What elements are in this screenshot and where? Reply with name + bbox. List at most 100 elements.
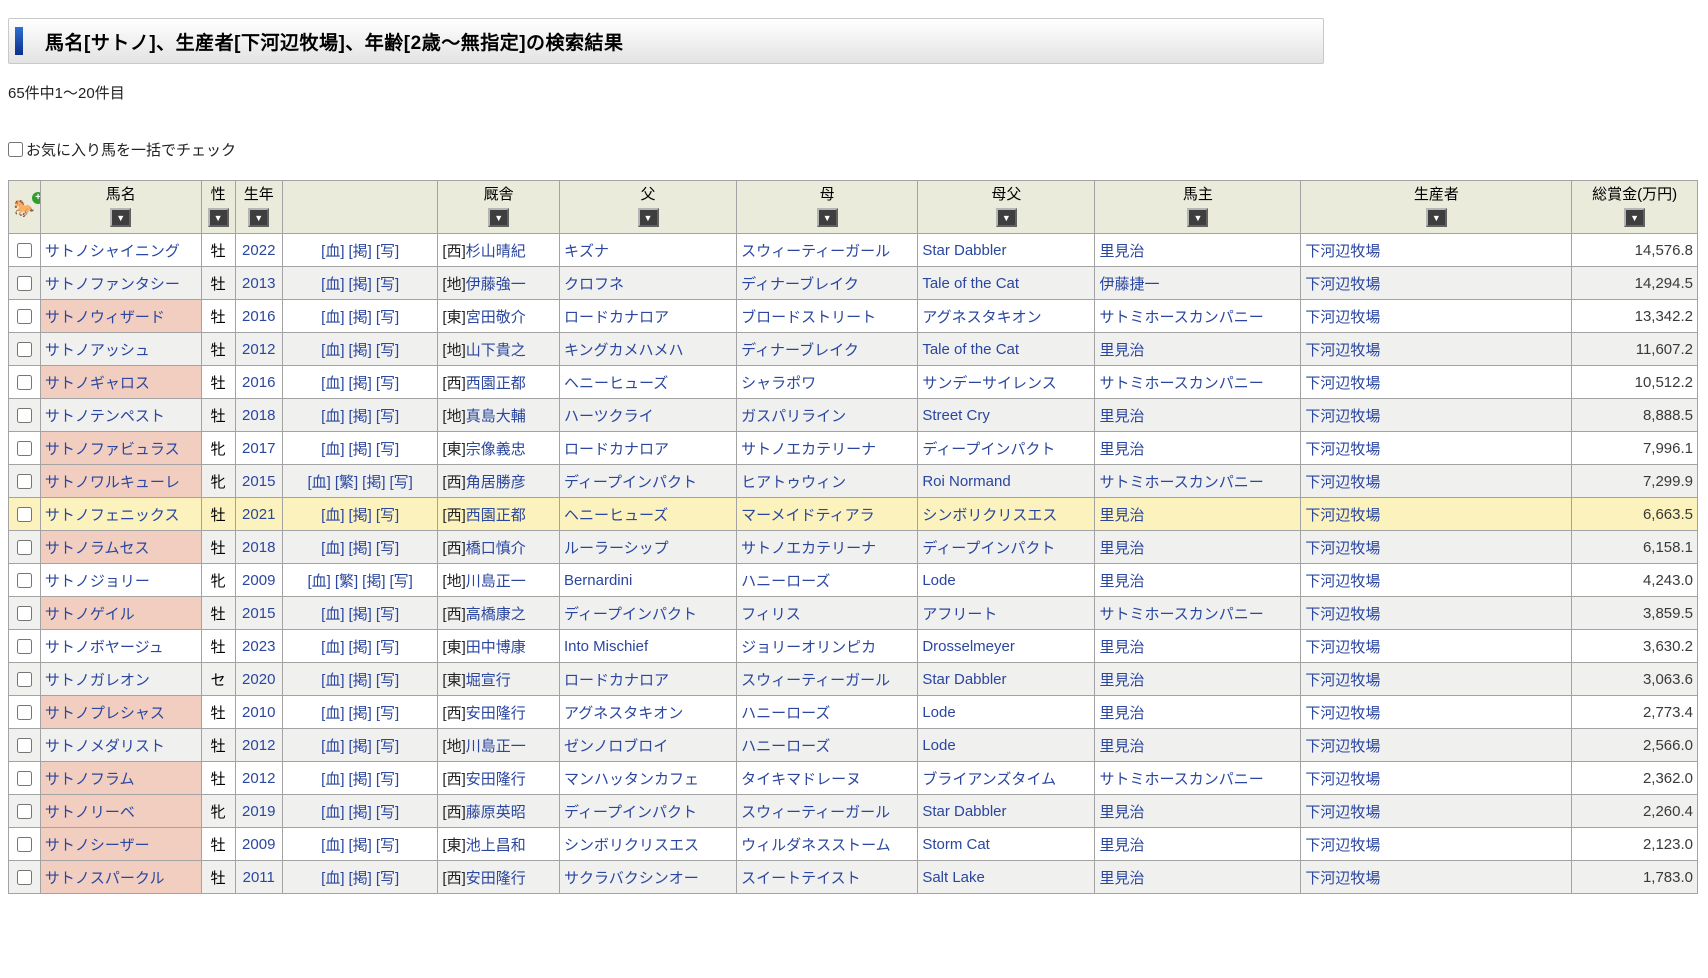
favorite-checkbox[interactable] (17, 606, 32, 621)
blood-link[interactable]: [血] (321, 804, 344, 821)
horse-name-link[interactable]: サトノメダリスト (45, 738, 165, 755)
photo-link[interactable]: [写] (376, 804, 399, 821)
dam-link[interactable]: スウィーティーガール (741, 243, 890, 260)
board-link[interactable]: [掲] (349, 639, 372, 656)
sire-link[interactable]: キングカメハメハ (564, 342, 684, 359)
horse-name-link[interactable]: サトノゲイル (45, 606, 135, 623)
broodmare-sire-link[interactable]: Tale of the Cat (922, 275, 1019, 292)
broodmare-sire-link[interactable]: アグネスタキオン (922, 309, 1041, 326)
board-link[interactable]: [掲] (349, 309, 372, 326)
breeder-link[interactable]: 下河辺牧場 (1305, 639, 1380, 656)
dam-link[interactable]: サトノエカテリーナ (741, 441, 876, 458)
owner-link[interactable]: 里見治 (1099, 408, 1144, 425)
blood-link[interactable]: [血] (321, 837, 344, 854)
birth-year-link[interactable]: 2021 (242, 506, 275, 523)
trainer-link[interactable]: 高橋康之 (466, 606, 526, 623)
favorite-checkbox[interactable] (17, 276, 32, 291)
broodmare-sire-link[interactable]: Street Cry (922, 407, 990, 424)
breeding-link[interactable]: [繁] (335, 573, 358, 590)
broodmare-sire-link[interactable]: Lode (922, 737, 955, 754)
owner-link[interactable]: 里見治 (1099, 705, 1144, 722)
horse-name-link[interactable]: サトノスパークル (45, 870, 165, 887)
horse-name-link[interactable]: サトノウィザード (45, 309, 165, 326)
blood-link[interactable]: [血] (321, 738, 344, 755)
owner-link[interactable]: 伊藤捷一 (1099, 276, 1159, 293)
favorite-checkbox[interactable] (17, 738, 32, 753)
owner-link[interactable]: 里見治 (1099, 573, 1144, 590)
trainer-link[interactable]: 安田隆行 (466, 870, 526, 887)
favorite-checkbox[interactable] (17, 342, 32, 357)
sire-link[interactable]: ヘニーヒューズ (564, 507, 668, 524)
breeder-link[interactable]: 下河辺牧場 (1305, 243, 1380, 260)
horse-name-link[interactable]: サトノワルキューレ (45, 474, 180, 491)
broodmare-sire-link[interactable]: ディープインパクト (922, 441, 1055, 458)
favorite-checkbox[interactable] (17, 804, 32, 819)
breeder-link[interactable]: 下河辺牧場 (1305, 408, 1380, 425)
horse-name-link[interactable]: サトノシーザー (45, 837, 150, 854)
horse-name-link[interactable]: サトノファンタシー (45, 276, 180, 293)
board-link[interactable]: [掲] (349, 441, 372, 458)
board-link[interactable]: [掲] (349, 672, 372, 689)
owner-link[interactable]: 里見治 (1099, 342, 1144, 359)
horse-name-link[interactable]: サトノテンペスト (45, 408, 165, 425)
blood-link[interactable]: [血] (321, 672, 344, 689)
sire-link[interactable]: ディープインパクト (564, 804, 697, 821)
horse-name-link[interactable]: サトノフェニックス (45, 507, 180, 524)
sort-button-prize[interactable]: ▼ (1624, 208, 1645, 227)
favorite-checkbox[interactable] (17, 309, 32, 324)
trainer-link[interactable]: 宗像義忠 (466, 441, 526, 458)
sire-link[interactable]: ロードカナロア (564, 672, 669, 689)
sire-link[interactable]: ハーツクライ (564, 408, 654, 425)
sire-link[interactable]: ロードカナロア (564, 441, 669, 458)
sire-link[interactable]: サクラバクシンオー (564, 870, 699, 887)
favorite-checkbox[interactable] (17, 837, 32, 852)
blood-link[interactable]: [血] (321, 540, 344, 557)
blood-link[interactable]: [血] (321, 309, 344, 326)
dam-link[interactable]: ハニーローズ (741, 738, 830, 755)
blood-link[interactable]: [血] (321, 441, 344, 458)
horse-name-link[interactable]: サトノシャイニング (45, 243, 180, 260)
horse-name-link[interactable]: サトノボヤージュ (45, 639, 164, 656)
board-link[interactable]: [掲] (349, 276, 372, 293)
photo-link[interactable]: [写] (376, 639, 399, 656)
blood-link[interactable]: [血] (321, 342, 344, 359)
dam-link[interactable]: スウィーティーガール (741, 672, 890, 689)
dam-link[interactable]: スイートテイスト (741, 870, 861, 887)
dam-link[interactable]: タイキマドレーヌ (741, 771, 861, 788)
trainer-link[interactable]: 真島大輔 (466, 408, 526, 425)
owner-link[interactable]: 里見治 (1099, 738, 1144, 755)
broodmare-sire-link[interactable]: ディープインパクト (922, 540, 1055, 557)
sort-button-owner[interactable]: ▼ (1187, 208, 1208, 227)
birth-year-link[interactable]: 2009 (242, 836, 275, 853)
blood-link[interactable]: [血] (321, 870, 344, 887)
board-link[interactable]: [掲] (349, 837, 372, 854)
horse-name-link[interactable]: サトノアッシュ (45, 342, 150, 359)
trainer-link[interactable]: 安田隆行 (466, 705, 526, 722)
broodmare-sire-link[interactable]: シンボリクリスエス (922, 507, 1057, 524)
sire-link[interactable]: マンハッタンカフェ (564, 771, 699, 788)
broodmare-sire-link[interactable]: Star Dabbler (922, 242, 1006, 259)
birth-year-link[interactable]: 2017 (242, 440, 275, 457)
horse-name-link[interactable]: サトノジョリー (45, 573, 150, 590)
favorite-checkbox[interactable] (17, 870, 32, 885)
favorite-checkbox[interactable] (17, 771, 32, 786)
breeder-link[interactable]: 下河辺牧場 (1305, 738, 1380, 755)
broodmare-sire-link[interactable]: Storm Cat (922, 836, 990, 853)
favorite-checkbox[interactable] (17, 507, 32, 522)
favorite-checkbox[interactable] (17, 375, 32, 390)
birth-year-link[interactable]: 2019 (242, 803, 275, 820)
horse-name-link[interactable]: サトノリーベ (45, 804, 135, 821)
board-link[interactable]: [掲] (349, 606, 372, 623)
sort-button-dam[interactable]: ▼ (817, 208, 838, 227)
birth-year-link[interactable]: 2012 (242, 770, 275, 787)
sort-button-birth_year[interactable]: ▼ (248, 208, 269, 227)
favorite-checkbox[interactable] (17, 243, 32, 258)
photo-link[interactable]: [写] (376, 243, 399, 260)
breeder-link[interactable]: 下河辺牧場 (1305, 540, 1380, 557)
breeder-link[interactable]: 下河辺牧場 (1305, 837, 1380, 854)
owner-link[interactable]: 里見治 (1099, 507, 1144, 524)
broodmare-sire-link[interactable]: Star Dabbler (922, 803, 1006, 820)
owner-link[interactable]: 里見治 (1099, 837, 1144, 854)
owner-link[interactable]: サトミホースカンパニー (1099, 375, 1263, 392)
owner-link[interactable]: サトミホースカンパニー (1099, 771, 1263, 788)
